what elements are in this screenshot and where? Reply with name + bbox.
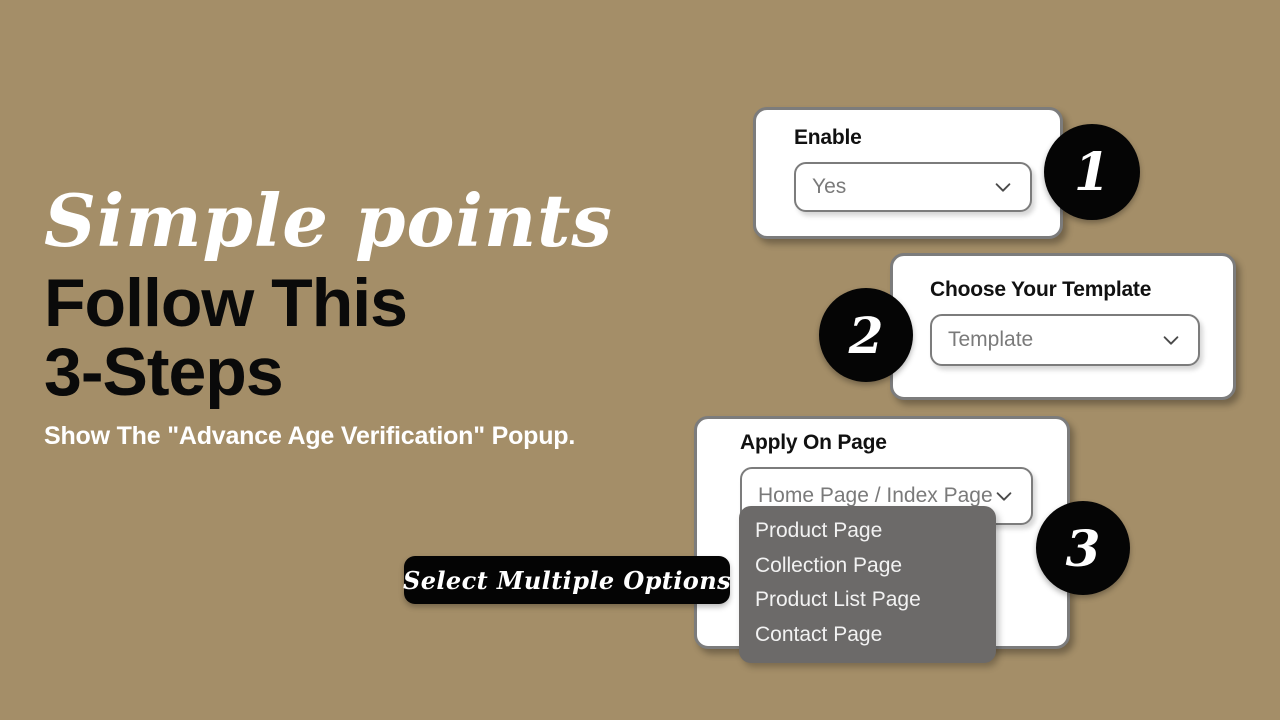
promo-subtitle: Show The "Advance Age Verification" Popu… (44, 422, 576, 451)
list-item[interactable]: Collection Page (739, 549, 996, 584)
page-title: Follow This 3-Steps (44, 268, 704, 410)
enable-select[interactable]: Yes (794, 162, 1032, 212)
select-multiple-options-label: Select Multiple Options (403, 565, 731, 595)
step-badge-2: 2 (819, 288, 913, 382)
promo-copy: Simple points Follow This 3-Steps Show T… (44, 178, 704, 451)
apply-on-page-select-value: Home Page / Index Page (758, 484, 993, 507)
list-item[interactable]: Product List Page (739, 583, 996, 618)
promo-script-line: Simple points (44, 178, 613, 263)
chevron-down-icon (1160, 329, 1182, 351)
chevron-down-icon (992, 176, 1014, 198)
template-select[interactable]: Template (930, 314, 1200, 366)
headline-line-2: 3-Steps (44, 333, 284, 410)
step-number-1: 1 (1073, 141, 1111, 203)
step-badge-1: 1 (1044, 124, 1140, 220)
step-number-3: 3 (1065, 518, 1101, 578)
card-enable: Enable Yes (753, 107, 1063, 239)
apply-on-page-label: Apply On Page (740, 431, 887, 454)
enable-label: Enable (794, 126, 862, 149)
apply-on-page-option-list[interactable]: Product Page Collection Page Product Lis… (739, 506, 996, 663)
list-item[interactable]: Contact Page (739, 618, 996, 653)
step-number-2: 2 (848, 305, 884, 365)
card-choose-template: Choose Your Template Template (890, 253, 1236, 400)
headline-line-1: Follow This (44, 264, 408, 341)
template-select-value: Template (948, 328, 1034, 351)
chevron-down-icon (993, 485, 1015, 507)
step-badge-3: 3 (1036, 501, 1130, 595)
choose-template-label: Choose Your Template (930, 278, 1152, 301)
list-item[interactable]: Product Page (739, 514, 996, 549)
select-multiple-options-badge: Select Multiple Options (403, 556, 731, 604)
enable-select-value: Yes (812, 175, 847, 198)
